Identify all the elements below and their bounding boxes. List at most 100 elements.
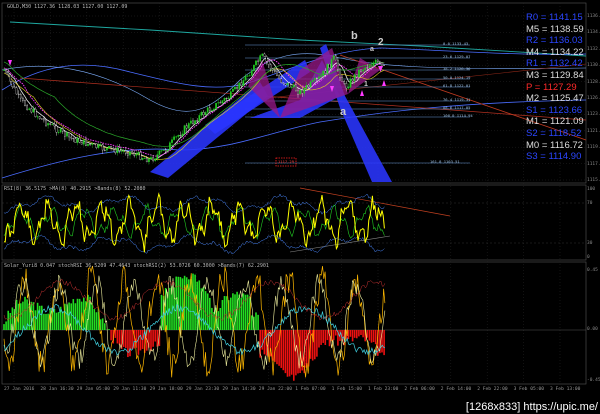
candle-body xyxy=(145,157,148,163)
histogram-bar xyxy=(74,303,77,330)
time-tick-label: 29 Jan 14:30 xyxy=(222,387,256,392)
histogram-bar xyxy=(349,330,352,337)
candle-body xyxy=(225,98,228,99)
candle-body xyxy=(192,120,194,124)
candle-body xyxy=(116,147,119,154)
histogram-bar xyxy=(351,330,354,342)
candle-body xyxy=(152,157,154,161)
candle-body xyxy=(15,87,18,95)
wave-label-b: b xyxy=(351,30,358,42)
candle-body xyxy=(332,55,335,60)
candle-body xyxy=(76,137,79,143)
candle-body xyxy=(274,70,276,72)
candle-body xyxy=(381,62,383,66)
candle-body xyxy=(28,108,31,110)
candle-body xyxy=(347,87,350,89)
candle-body xyxy=(324,70,327,74)
fib-level-label: 38.2 1126.36 xyxy=(443,66,471,71)
candle-body xyxy=(49,123,52,125)
histogram-bar xyxy=(238,294,240,330)
candle-body xyxy=(26,105,28,110)
candle-body xyxy=(32,108,35,113)
candle-body xyxy=(330,59,333,69)
trading-chart[interactable] xyxy=(0,0,600,414)
histogram-bar xyxy=(131,330,133,350)
histogram-bar xyxy=(290,330,293,375)
candle-body xyxy=(278,75,280,79)
price-tick-label: 1121.80 xyxy=(587,128,600,134)
candle-body xyxy=(103,149,106,151)
price-tick-label: 1119.70 xyxy=(587,145,600,151)
candle-body xyxy=(250,70,253,76)
candle-body xyxy=(124,150,127,154)
histogram-bar xyxy=(110,330,112,341)
candle-body xyxy=(358,69,360,78)
histogram-bar xyxy=(43,313,45,330)
candle-body xyxy=(337,59,339,70)
histogram-bar xyxy=(175,276,177,330)
histogram-bar xyxy=(9,313,12,330)
rsi-tick-label: 0 xyxy=(587,255,590,260)
histogram-bar xyxy=(129,330,131,357)
candle-body xyxy=(374,59,377,63)
candle-body xyxy=(328,63,331,69)
price-tick-label: 1123.90 xyxy=(587,112,600,118)
histogram-bar xyxy=(314,330,316,360)
candle-body xyxy=(137,152,140,155)
candle-body xyxy=(290,86,293,88)
candle-body xyxy=(305,85,308,89)
histogram-bar xyxy=(353,330,356,338)
candle-body xyxy=(242,80,245,87)
candle-body xyxy=(183,125,186,135)
histogram-bar xyxy=(139,330,142,351)
time-tick-label: 3 Feb 13:00 xyxy=(550,387,581,392)
candle-body xyxy=(282,82,285,84)
candle-body xyxy=(187,123,190,129)
candle-body xyxy=(120,150,123,152)
candle-body xyxy=(368,66,371,69)
price-tick-label: 1115.50 xyxy=(587,178,600,183)
histogram-bar xyxy=(320,330,322,345)
candle-body xyxy=(257,60,259,62)
candle-body xyxy=(297,90,299,95)
rsi-tick-label: 100 xyxy=(587,187,596,192)
time-tick-label: 2 Feb 06:00 xyxy=(404,387,435,392)
rsi-pane-title: RSI(8) 36.5175 >MA(8) 40.2915 >Bands(8) … xyxy=(4,186,146,192)
candle-body xyxy=(362,69,364,72)
candle-body xyxy=(106,147,108,151)
histogram-bar xyxy=(177,276,180,330)
fib-level-label: 0.0 1133.43 xyxy=(443,41,469,46)
candle-body xyxy=(160,150,163,152)
candle-body xyxy=(129,151,131,156)
histogram-bar xyxy=(150,330,152,352)
candle-body xyxy=(265,56,268,62)
candle-body xyxy=(112,147,115,150)
candle-body xyxy=(131,151,133,154)
rsi-tick-label: 70 xyxy=(587,201,593,206)
fib-level-label: 76.4 1119.31 xyxy=(443,97,471,102)
histogram-bar xyxy=(93,309,96,330)
candle-body xyxy=(45,119,47,126)
histogram-bar xyxy=(181,278,184,330)
price-tick-label: 1130.20 xyxy=(587,63,600,69)
histogram-bar xyxy=(335,330,337,336)
histogram-bar xyxy=(322,330,324,343)
candle-body xyxy=(339,68,341,78)
wave-label-a-small: a xyxy=(370,46,374,53)
histogram-bar xyxy=(152,330,154,347)
histogram-bar xyxy=(24,296,26,330)
time-tick-label: 1 Feb 23:00 xyxy=(368,387,399,392)
fib-level-label: 100.0 1114.94 xyxy=(443,113,473,118)
candle-body xyxy=(150,157,152,159)
candle-body xyxy=(43,118,45,121)
histogram-bar xyxy=(114,330,117,338)
candle-body xyxy=(19,94,22,99)
candle-body xyxy=(276,71,278,76)
histogram-bar xyxy=(383,330,385,356)
candle-body xyxy=(253,64,255,72)
candle-body xyxy=(148,158,150,163)
time-tick-label: 1 Feb 15:00 xyxy=(331,387,363,392)
candle-body xyxy=(372,62,375,67)
histogram-bar xyxy=(101,318,104,330)
time-tick-label: 29 Jan 05:00 xyxy=(76,387,110,392)
